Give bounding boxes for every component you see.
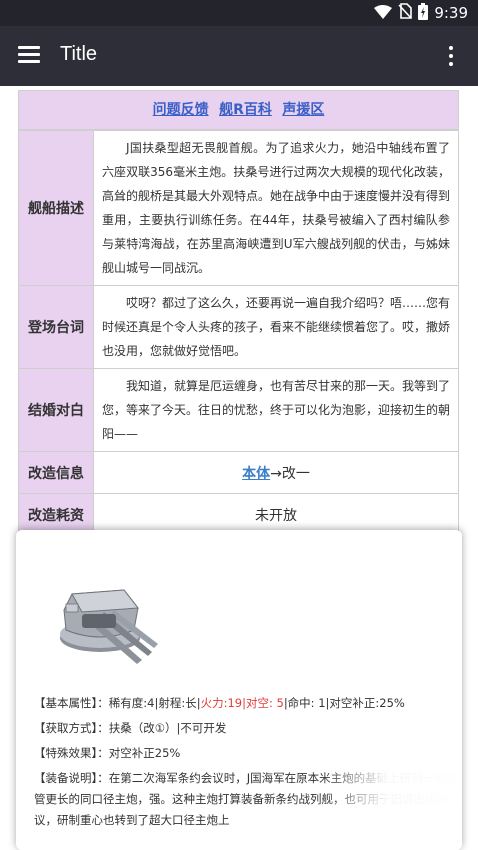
ship-desc-row: 舰船描述 J国扶桑型超无畏舰首舰。为了追求火力，她沿中轴线布置了六座双联356毫… (18, 130, 459, 286)
watermark-overlay (322, 760, 462, 850)
ship-info-content: 问题反馈 舰R百科 声援区 舰船描述 J国扶桑型超无畏舰首舰。为了追求火力，她沿… (18, 90, 459, 536)
app-bar: Title (0, 26, 478, 86)
basic-attr-values: 稀有度:4|射程:长| (108, 696, 201, 710)
basic-attr-row: 【基本属性】：稀有度:4|射程:长|火力:19|对空: 5|命中: 1|对空补正… (34, 693, 462, 714)
equipment-detail-popup[interactable]: 【基本属性】：稀有度:4|射程:长|火力:19|对空: 5|命中: 1|对空补正… (16, 530, 462, 850)
effect-value: 对空补正25% (108, 746, 181, 760)
note-label: 【装备说明】： (34, 771, 109, 785)
marriage-line-row: 结婚对白 我知道，就算是厄运缠身，也有苦尽甘来的那一天。我等到了您，等来了今天。… (18, 368, 459, 452)
basic-attr-label: 【基本属性】： (34, 696, 109, 710)
status-icons: 9:39 (374, 2, 468, 24)
obtain-label: 【获取方式】： (34, 721, 109, 735)
effect-label: 【特殊效果】： (34, 746, 109, 760)
basic-attr-highlight: 火力:19|对空: 5 (200, 696, 284, 710)
more-vertical-icon[interactable] (448, 46, 454, 66)
support-link[interactable]: 声援区 (282, 102, 324, 118)
remodel-path-text: →改一 (270, 465, 310, 482)
obtain-row: 【获取方式】：扶桑（改①）|不可开发 (34, 718, 462, 739)
status-bar: 9:39 (0, 0, 478, 26)
marriage-line-text: 我知道，就算是厄运缠身，也有苦尽甘来的那一天。我等到了您，等来了今天。往日的忧愁… (93, 368, 459, 452)
base-form-link[interactable]: 本体 (242, 466, 270, 482)
wifi-icon (374, 4, 393, 23)
obtain-value: 扶桑（改①）|不可开发 (108, 721, 227, 735)
no-sim-icon (398, 3, 413, 23)
intro-line-row: 登场台词 哎呀？都过了这么久，还要再说一遍自我介绍吗？唔……您有时候还真是个令人… (18, 285, 459, 369)
remodel-info-value: 本体→改一 (93, 451, 459, 494)
remodel-info-row: 改造信息 本体→改一 (18, 451, 459, 494)
intro-line-label: 登场台词 (18, 285, 94, 369)
basic-attr-values-2: |命中: 1|对空补正:25% (283, 696, 405, 710)
feedback-link[interactable]: 问题反馈 (153, 102, 209, 118)
ship-info-table: 舰船描述 J国扶桑型超无畏舰首舰。为了追求火力，她沿中轴线布置了六座双联356毫… (18, 130, 459, 536)
battery-charging-icon (418, 2, 429, 24)
header-links-row: 问题反馈 舰R百科 声援区 (18, 90, 459, 130)
wiki-link[interactable]: 舰R百科 (219, 102, 272, 118)
marriage-line-label: 结婚对白 (18, 368, 94, 452)
app-title: Title (60, 43, 98, 65)
intro-line-text: 哎呀？都过了这么久，还要再说一遍自我介绍吗？唔……您有时候还真是个令人头疼的孩子… (93, 285, 459, 369)
ship-desc-label: 舰船描述 (18, 130, 94, 286)
remodel-info-label: 改造信息 (18, 451, 94, 494)
status-time: 9:39 (434, 4, 468, 22)
ship-desc-text: J国扶桑型超无畏舰首舰。为了追求火力，她沿中轴线布置了六座双联356毫米主炮。扶… (93, 130, 459, 286)
hamburger-menu-icon[interactable] (18, 46, 40, 64)
triple-gun-turret-image (42, 560, 162, 670)
